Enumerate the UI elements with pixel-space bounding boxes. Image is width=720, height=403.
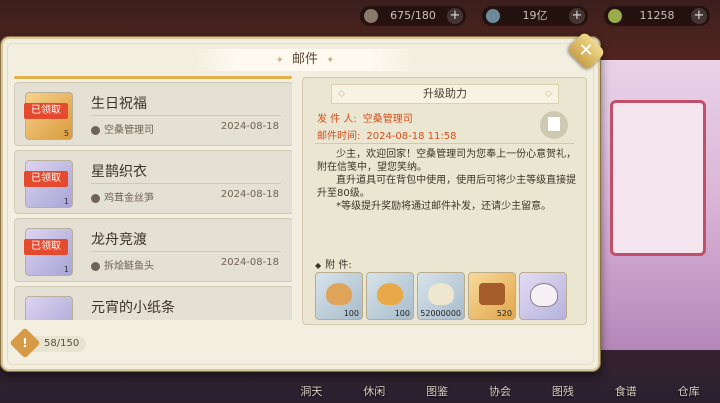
item-count: 100	[394, 309, 410, 318]
attachments-label: ◆ 附 件:	[315, 256, 352, 271]
mail-date: 2024-08-18	[220, 189, 279, 200]
ornament-icon: ◇	[545, 89, 552, 99]
bottom-nav: 洞天 休闲 图鉴 协会 图残 食谱 仓库	[280, 381, 720, 403]
person-icon	[91, 261, 100, 271]
panel-title: ✦ 邮件 ✦	[196, 49, 414, 71]
nav-item-0[interactable]: 洞天	[280, 381, 343, 403]
stamina-counter: 675/180 +	[360, 6, 466, 26]
divider	[91, 251, 281, 252]
mail-detail: ◇ 升级助力 ◇ 发 件 人: 空桑管理司 邮件时间: 2024-08-18 11:…	[302, 77, 587, 325]
nav-item-1[interactable]: 休闲	[343, 381, 406, 403]
divider	[91, 115, 281, 116]
cashew-item-icon[interactable]: 100	[315, 272, 363, 320]
ornament-icon: ✦	[275, 55, 284, 66]
gift-box-icon: 已领取 1	[24, 228, 73, 276]
coin-icon	[486, 9, 500, 23]
sender-value: 空桑管理司	[362, 114, 413, 125]
gem-value: 11258	[639, 9, 675, 22]
trash-icon	[548, 117, 560, 131]
sender-label: 发 件 人:	[317, 114, 357, 125]
item-count: 52000000	[420, 309, 461, 318]
nav-item-3[interactable]: 协会	[469, 381, 532, 403]
item-count: 520	[496, 309, 512, 318]
delete-button[interactable]	[540, 111, 568, 139]
nav-item-6[interactable]: 仓库	[657, 381, 720, 403]
time-value: 2024-08-18 11:58	[366, 131, 457, 142]
diamond-icon: ◆	[315, 261, 322, 270]
nav-item-5[interactable]: 食谱	[594, 381, 657, 403]
mail-date: 2024-08-18	[220, 121, 279, 132]
mail-body: 少主，欢迎回家！空桑管理司为您奉上一份心意贺礼，附在信笺中，望您笑纳。 直升道具…	[317, 149, 577, 212]
mail-title: 星鹊织衣	[91, 164, 147, 180]
claimed-badge: 已领取	[24, 239, 68, 255]
resource-bar: 675/180 + 19亿 + 11258 +	[360, 6, 710, 26]
mail-date: 2024-08-18	[220, 257, 279, 268]
nav-item-2[interactable]: 图鉴	[406, 381, 469, 403]
item-count: 100	[343, 309, 359, 318]
gift-box-icon: 已领取 5	[24, 92, 73, 140]
stamina-icon	[364, 9, 378, 23]
alert-icon-glyph: !	[22, 336, 28, 350]
time-row: 邮件时间: 2024-08-18 11:58	[317, 127, 457, 142]
mail-list[interactable]: 已领取 5 生日祝福 空桑管理司 2024-08-18 已领取 1 星鹊织衣 鸡…	[14, 78, 292, 320]
mail-list-item[interactable]: 元宵的小纸条	[14, 286, 292, 320]
item-art	[377, 283, 403, 305]
attachments-row: 100 100 52000000 520	[315, 272, 567, 320]
stamina-value: 675/180	[390, 9, 436, 22]
thumb-count: 1	[63, 265, 69, 274]
sender-name: 拆烩鲢鱼头	[104, 261, 154, 272]
mail-title: 元宵的小纸条	[91, 300, 175, 316]
mail-title: 生日祝福	[91, 96, 147, 112]
time-label: 邮件时间:	[317, 131, 361, 142]
item-art	[326, 283, 352, 305]
person-icon	[91, 125, 100, 135]
thumb-count: 1	[63, 197, 69, 206]
mail-title: 龙舟竞渡	[91, 232, 147, 248]
thumb-count: 5	[63, 129, 69, 138]
coin-value: 19亿	[522, 9, 548, 22]
ornament-icon: ◇	[338, 89, 345, 99]
item-art	[479, 283, 505, 305]
detail-title: 升级助力	[423, 87, 467, 100]
mail-list-item[interactable]: 已领取 5 生日祝福 空桑管理司 2024-08-18	[14, 82, 292, 146]
mail-list-item[interactable]: 已领取 1 星鹊织衣 鸡茸金丝笋 2024-08-18	[14, 150, 292, 214]
claimed-badge: 已领取	[24, 103, 68, 119]
coin-counter: 19亿 +	[482, 6, 588, 26]
add-gem-button[interactable]: +	[691, 8, 707, 24]
item-art	[530, 283, 558, 307]
gem-icon	[608, 9, 622, 23]
panel-title-text: 邮件	[291, 52, 318, 67]
attachments-label-text: 附 件:	[325, 260, 352, 271]
item-art	[428, 283, 454, 305]
close-icon: ✕	[578, 40, 594, 61]
treasure-chest-item-icon[interactable]: 520	[468, 272, 516, 320]
gift-box-icon	[25, 296, 73, 320]
event-sign	[610, 100, 706, 256]
nav-item-4[interactable]: 图残	[531, 381, 594, 403]
divider	[91, 183, 281, 184]
sender-name: 鸡茸金丝笋	[104, 193, 154, 204]
dumpling-item-icon[interactable]: 52000000	[417, 272, 465, 320]
add-coin-button[interactable]: +	[569, 8, 585, 24]
sender-row: 发 件 人: 空桑管理司	[317, 110, 413, 125]
sender-name: 空桑管理司	[104, 125, 154, 136]
detail-title-bar: ◇ 升级助力 ◇	[331, 84, 559, 104]
divider	[315, 143, 574, 144]
mail-list-item[interactable]: 已领取 1 龙舟竞渡 拆烩鲢鱼头 2024-08-18	[14, 218, 292, 282]
claimed-badge: 已领取	[24, 171, 68, 187]
cat-portrait-item-icon[interactable]	[519, 272, 567, 320]
gem-counter: 11258 +	[604, 6, 710, 26]
person-icon	[91, 193, 100, 203]
gift-box-icon: 已领取 1	[24, 160, 73, 208]
ornament-icon: ✦	[326, 55, 335, 66]
event-banner-background	[590, 60, 720, 350]
pastry-item-icon[interactable]: 100	[366, 272, 414, 320]
alert-icon: !	[9, 327, 41, 359]
add-stamina-button[interactable]: +	[447, 8, 463, 24]
